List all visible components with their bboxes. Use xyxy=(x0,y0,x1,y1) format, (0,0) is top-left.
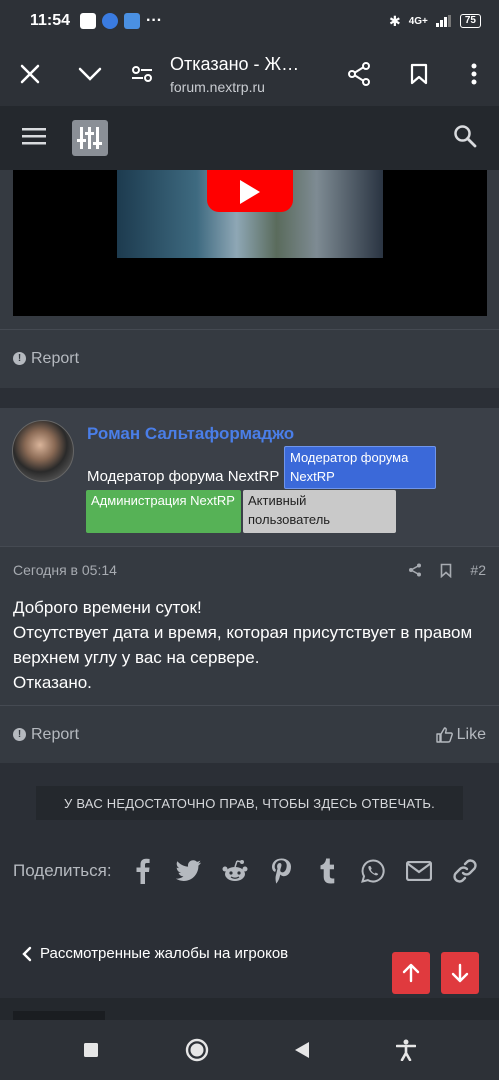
more-vert-icon xyxy=(471,63,477,85)
site-settings-button[interactable] xyxy=(120,42,164,106)
post-2-footer: ! Report Like xyxy=(0,705,499,763)
clock: 11:54 xyxy=(30,12,71,29)
report-label: Report xyxy=(31,349,80,367)
post-number[interactable]: #2 xyxy=(470,562,486,578)
site-logo[interactable] xyxy=(72,120,108,156)
chevron-left-icon xyxy=(22,946,32,961)
pinterest-icon[interactable] xyxy=(268,858,295,885)
bookmark-icon xyxy=(410,63,428,85)
scroll-bottom-button[interactable] xyxy=(441,952,479,994)
app-notification-icon xyxy=(80,13,97,29)
video-thumbnail xyxy=(117,170,383,258)
menu-icon xyxy=(22,127,46,144)
like-label: Like xyxy=(456,725,486,743)
share-icon xyxy=(348,62,370,86)
post-2: Роман Сальтаформаджо Модератор форума Ne… xyxy=(0,408,499,763)
arrow-up-icon xyxy=(402,963,420,983)
scroll-top-button[interactable] xyxy=(392,952,430,994)
breadcrumb-back-link[interactable]: Рассмотренные жалобы на игроков xyxy=(22,945,288,962)
badge-moderator: Модератор форума NextRP xyxy=(284,446,436,489)
author-name[interactable]: Роман Сальтаформаджо xyxy=(87,424,294,444)
badge-active-user: Активный пользователь xyxy=(243,490,396,533)
hamburger-menu-button[interactable] xyxy=(14,119,54,158)
home-icon[interactable] xyxy=(185,1038,209,1062)
page-host: forum.nextrp.ru xyxy=(170,78,265,95)
recents-icon[interactable] xyxy=(83,1042,99,1058)
message-line: Отказано. xyxy=(13,673,92,692)
play-icon xyxy=(240,180,260,204)
footer-strip xyxy=(0,998,499,1020)
battery-indicator: 75 xyxy=(459,14,481,28)
arrow-down-icon xyxy=(451,963,469,983)
back-link-label: Рассмотренные жалобы на игроков xyxy=(40,945,289,962)
whatsapp-icon[interactable] xyxy=(360,858,387,885)
message-icon xyxy=(124,13,141,29)
message-line: Отсутствует дата и время, которая присут… xyxy=(13,623,473,667)
browser-toolbar: Отказано - Ж… forum.nextrp.ru xyxy=(0,42,499,106)
report-label: Report xyxy=(31,725,80,743)
page-title: Отказано - Ж… xyxy=(170,53,300,74)
chevron-down-icon xyxy=(78,67,102,81)
post-meta: Сегодня в 05:14 #2 xyxy=(0,546,499,593)
video-embed[interactable] xyxy=(13,170,487,316)
badge-admin: Администрация NextRP xyxy=(86,490,241,533)
minimize-button[interactable] xyxy=(60,42,120,106)
close-icon xyxy=(20,64,40,84)
email-icon[interactable] xyxy=(406,858,433,885)
thread-content: ! Report Роман Сальтаформаджо Модератор … xyxy=(0,170,499,1020)
close-tab-button[interactable] xyxy=(0,42,60,106)
message-line: Доброго времени суток! xyxy=(13,598,202,617)
post-1: ! Report xyxy=(0,170,499,388)
post-date[interactable]: Сегодня в 05:14 xyxy=(13,562,117,578)
no-permission-notice: У ВАС НЕДОСТАТОЧНО ПРАВ, ЧТОБЫ ЗДЕСЬ ОТВ… xyxy=(36,786,463,820)
link-icon[interactable] xyxy=(452,858,479,885)
reddit-icon[interactable] xyxy=(222,858,249,885)
tumblr-icon[interactable] xyxy=(314,858,341,885)
facebook-icon[interactable] xyxy=(130,858,157,885)
tune-icon xyxy=(132,66,152,82)
url-display[interactable]: Отказано - Ж… forum.nextrp.ru xyxy=(164,54,329,95)
network-indicator: 4G+ xyxy=(408,15,428,27)
site-navbar xyxy=(0,106,499,170)
twitter-icon[interactable] xyxy=(176,858,203,885)
system-navbar xyxy=(0,1020,499,1080)
footer-tab xyxy=(13,1011,105,1020)
equalizer-icon xyxy=(77,127,102,149)
avatar[interactable] xyxy=(12,420,74,482)
play-button[interactable] xyxy=(207,170,293,212)
share-label: Поделиться: xyxy=(13,861,112,880)
sync-icon xyxy=(102,13,119,29)
search-icon xyxy=(454,124,477,147)
share-row: Поделиться: xyxy=(13,853,493,889)
author-title: Модератор форума NextRP xyxy=(87,468,280,485)
more-notifications-icon: ··· xyxy=(146,12,163,29)
share-page-button[interactable] xyxy=(329,42,389,106)
report-icon: ! xyxy=(13,728,26,741)
browser-menu-button[interactable] xyxy=(449,42,499,106)
report-link[interactable]: ! Report xyxy=(13,350,79,368)
post-1-footer: ! Report xyxy=(0,329,499,387)
status-bar: 11:54 ··· ✱ 4G+ 75 xyxy=(0,0,499,42)
accessibility-icon[interactable] xyxy=(396,1039,417,1061)
thumbs-up-icon xyxy=(435,726,453,743)
search-button[interactable] xyxy=(445,116,485,161)
bookmark-page-button[interactable] xyxy=(389,42,449,106)
author-block: Роман Сальтаформаджо Модератор форума Ne… xyxy=(0,408,499,546)
report-link[interactable]: ! Report xyxy=(13,726,79,744)
bookmark-post-icon[interactable] xyxy=(440,563,452,578)
signal-icon xyxy=(435,15,451,27)
report-icon: ! xyxy=(13,352,26,365)
back-icon[interactable] xyxy=(294,1041,310,1059)
post-message: Доброго времени суток! Отсутствует дата … xyxy=(13,595,483,695)
bluetooth-icon: ✱ xyxy=(388,12,401,29)
like-button[interactable]: Like xyxy=(435,725,486,744)
share-post-icon[interactable] xyxy=(408,563,422,577)
